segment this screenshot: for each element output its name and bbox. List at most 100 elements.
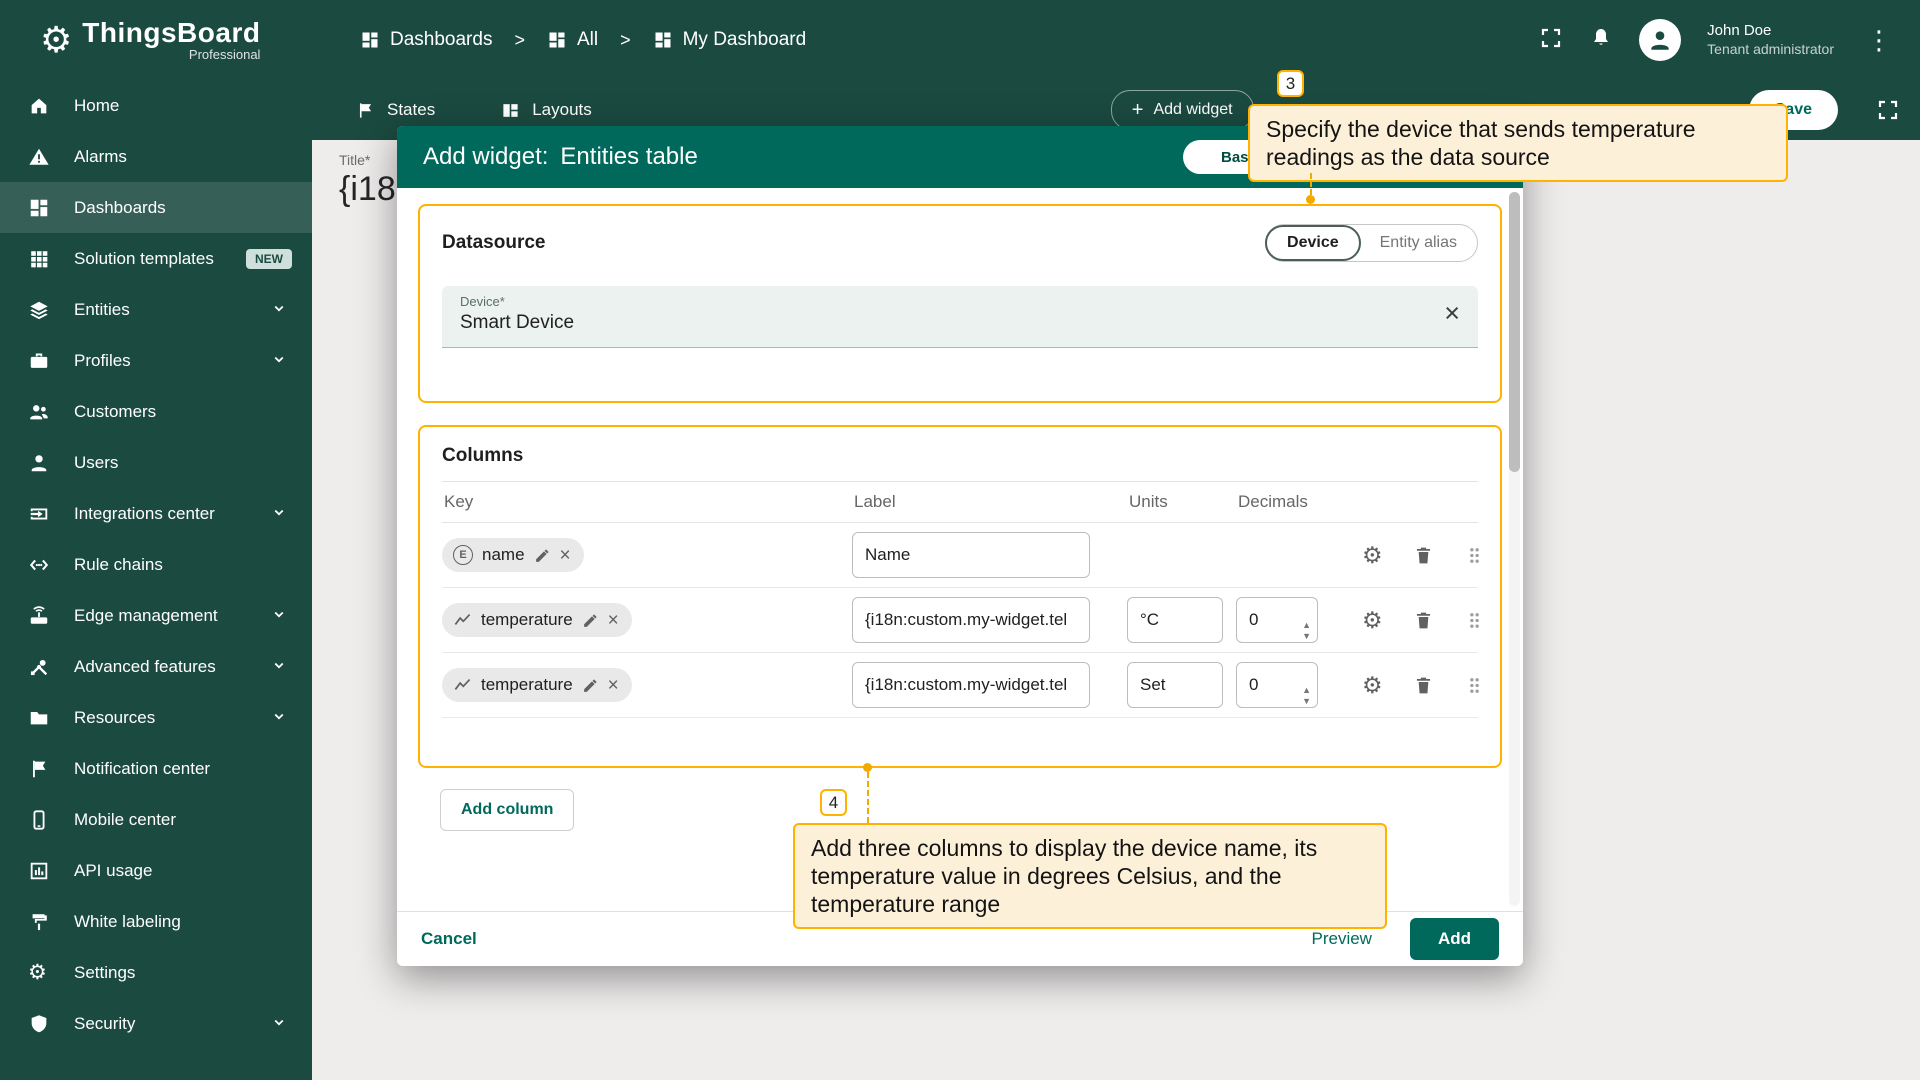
datasource-type-toggle: Device Entity alias (1265, 224, 1478, 262)
table-row: temperature × ▲ ▼ (442, 588, 1478, 653)
datasource-section: Datasource Device Entity alias Device* S… (418, 204, 1502, 403)
datasource-type-device[interactable]: Device (1265, 225, 1361, 261)
dashboard-title-label: Title* (339, 152, 370, 168)
breadcrumb-all[interactable]: All (547, 29, 598, 51)
user-person-icon (28, 452, 50, 474)
key-chip-temperature[interactable]: temperature × (442, 603, 632, 637)
shield-icon (28, 1013, 50, 1035)
states-button[interactable]: States (356, 100, 435, 120)
sidebar-item-security[interactable]: Security (0, 998, 312, 1049)
breadcrumb-my-dashboard[interactable]: My Dashboard (653, 29, 807, 51)
drag-handle-icon[interactable] (1464, 545, 1485, 566)
sidebar-item-notification-center[interactable]: Notification center (0, 743, 312, 794)
layouts-button[interactable]: Layouts (501, 100, 592, 120)
sidebar-item-advanced-features[interactable]: Advanced features (0, 641, 312, 692)
toolbar-fullscreen-icon[interactable] (1876, 98, 1900, 122)
dialog-subtitle: Entities table (560, 143, 697, 171)
sidebar-item-edge-management[interactable]: Edge management (0, 590, 312, 641)
remove-key-icon[interactable]: × (608, 611, 619, 630)
delete-column-trash-icon[interactable] (1413, 545, 1434, 566)
home-icon (28, 95, 50, 117)
sidebar-item-home[interactable]: Home (0, 80, 312, 131)
units-input[interactable] (1127, 662, 1223, 708)
chevron-down-icon (270, 299, 292, 321)
sidebar-item-settings[interactable]: ⚙ Settings (0, 947, 312, 998)
tour-step-3-dot (1306, 195, 1315, 204)
gear-icon: ⚙ (28, 962, 50, 984)
user-info[interactable]: John Doe Tenant administrator (1707, 22, 1834, 58)
tour-step-4-dot (863, 763, 872, 772)
sidebar-item-integrations-center[interactable]: Integrations center (0, 488, 312, 539)
delete-column-trash-icon[interactable] (1413, 610, 1434, 631)
timeseries-icon (453, 611, 472, 630)
integrations-input-icon (28, 503, 50, 525)
sidebar-item-dashboards[interactable]: Dashboards (0, 182, 312, 233)
column-settings-gear-icon[interactable]: ⚙ (1362, 544, 1383, 567)
sidebar-item-mobile-center[interactable]: Mobile center (0, 794, 312, 845)
spinner-up-icon[interactable]: ▲ (1302, 621, 1311, 630)
scrollbar-thumb[interactable] (1509, 192, 1520, 472)
user-avatar[interactable] (1639, 19, 1681, 61)
units-input[interactable] (1127, 597, 1223, 643)
chevron-down-icon (270, 656, 292, 678)
header-key: Key (442, 492, 852, 512)
sidebar-item-api-usage[interactable]: API usage (0, 845, 312, 896)
preview-button[interactable]: Preview (1311, 929, 1371, 949)
spinner-up-icon[interactable]: ▲ (1302, 686, 1311, 695)
device-field[interactable]: Device* Smart Device × (442, 286, 1478, 348)
header-label: Label (852, 492, 1127, 512)
user-role: Tenant administrator (1707, 41, 1834, 59)
tour-step-3-connector (1310, 173, 1312, 195)
column-settings-gear-icon[interactable]: ⚙ (1362, 609, 1383, 632)
dialog-scrollbar (1509, 192, 1520, 906)
edit-pencil-icon[interactable] (534, 547, 551, 564)
label-input[interactable] (852, 597, 1090, 643)
datasource-type-entity-alias[interactable]: Entity alias (1360, 225, 1477, 261)
breadcrumb-label: Dashboards (390, 29, 492, 51)
clear-device-icon[interactable]: × (1444, 300, 1460, 327)
cancel-button[interactable]: Cancel (421, 929, 477, 949)
flag-icon (28, 758, 50, 780)
drag-handle-icon[interactable] (1464, 610, 1485, 631)
notifications-bell-icon[interactable] (1589, 26, 1613, 55)
drag-handle-icon[interactable] (1464, 675, 1485, 696)
sidebar: Home Alarms Dashboards Solution template… (0, 80, 312, 1080)
fullscreen-icon[interactable] (1539, 26, 1563, 55)
spinner-down-icon[interactable]: ▼ (1302, 697, 1311, 706)
tour-step-4-connector (867, 772, 869, 823)
sidebar-item-entities[interactable]: Entities (0, 284, 312, 335)
brand-logo[interactable]: ⚙ ThingsBoard Professional (0, 18, 312, 62)
sidebar-item-solution-templates[interactable]: Solution templates NEW (0, 233, 312, 284)
key-chip-name[interactable]: E name × (442, 538, 584, 572)
edit-pencil-icon[interactable] (582, 677, 599, 694)
add-button[interactable]: Add (1410, 918, 1499, 960)
remove-key-icon[interactable]: × (608, 676, 619, 695)
logo-gear-icon: ⚙ (40, 22, 72, 58)
sidebar-item-rule-chains[interactable]: Rule chains (0, 539, 312, 590)
key-chip-temperature[interactable]: temperature × (442, 668, 632, 702)
new-badge: NEW (246, 249, 292, 269)
delete-column-trash-icon[interactable] (1413, 675, 1434, 696)
column-settings-gear-icon[interactable]: ⚙ (1362, 674, 1383, 697)
sidebar-item-alarms[interactable]: Alarms (0, 131, 312, 182)
sidebar-item-users[interactable]: Users (0, 437, 312, 488)
sidebar-item-resources[interactable]: Resources (0, 692, 312, 743)
spinner-down-icon[interactable]: ▼ (1302, 632, 1311, 641)
breadcrumb-label: My Dashboard (683, 29, 807, 51)
sidebar-item-profiles[interactable]: Profiles (0, 335, 312, 386)
header-units: Units (1127, 492, 1236, 512)
sidebar-item-customers[interactable]: Customers (0, 386, 312, 437)
remove-key-icon[interactable]: × (560, 546, 571, 565)
table-row: E name × ⚙ (442, 523, 1478, 588)
briefcase-icon (28, 350, 50, 372)
label-input[interactable] (852, 532, 1090, 578)
add-column-button[interactable]: Add column (440, 789, 574, 831)
edit-pencil-icon[interactable] (582, 612, 599, 629)
tour-step-3-callout: Specify the device that sends temperatur… (1248, 104, 1788, 182)
label-input[interactable] (852, 662, 1090, 708)
rule-chains-icon (28, 554, 50, 576)
sidebar-item-white-labeling[interactable]: White labeling (0, 896, 312, 947)
breadcrumb-dashboards[interactable]: Dashboards (360, 29, 492, 51)
kebab-menu-icon[interactable]: ⋮ (1860, 27, 1898, 53)
add-widget-button[interactable]: + Add widget (1111, 90, 1254, 130)
